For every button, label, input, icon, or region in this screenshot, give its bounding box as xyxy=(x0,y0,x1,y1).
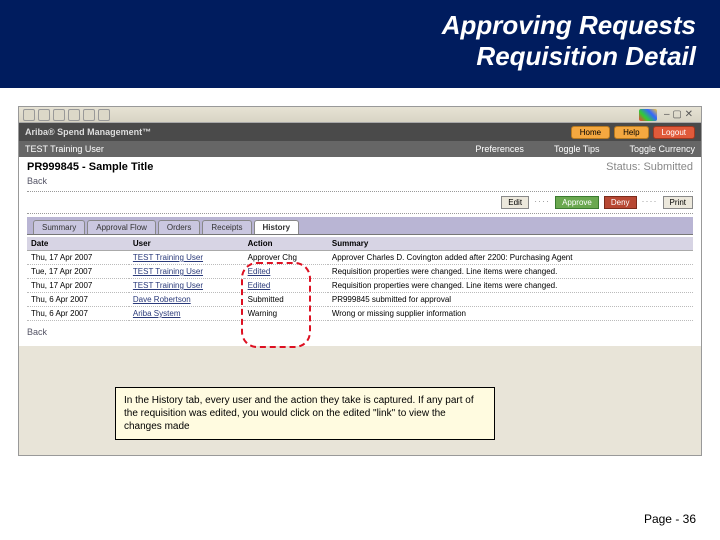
action-row: Edit ···· Approve Deny ···· Print xyxy=(27,196,693,209)
cell-date: Thu, 6 Apr 2007 xyxy=(27,307,129,321)
cell-user[interactable]: TEST Training User xyxy=(129,279,244,293)
cell-date: Thu, 17 Apr 2007 xyxy=(27,279,129,293)
table-row: Thu, 17 Apr 2007TEST Training UserEdited… xyxy=(27,279,693,293)
cell-action[interactable]: Edited xyxy=(244,279,328,293)
cell-user[interactable]: TEST Training User xyxy=(129,251,244,265)
col-summary: Summary xyxy=(328,237,693,251)
history-table: Date User Action Summary Thu, 17 Apr 200… xyxy=(27,237,693,321)
brand-label: Ariba® Spend Management™ xyxy=(25,127,151,137)
table-row: Thu, 17 Apr 2007TEST Training UserApprov… xyxy=(27,251,693,265)
help-button[interactable]: Help xyxy=(614,126,648,139)
cell-summary: Requisition properties were changed. Lin… xyxy=(328,279,693,293)
edit-button[interactable]: Edit xyxy=(501,196,529,209)
logout-button[interactable]: Logout xyxy=(653,126,695,139)
status-badge: Status: Submitted xyxy=(606,161,693,173)
col-date: Date xyxy=(27,237,129,251)
cell-user[interactable]: Dave Robertson xyxy=(129,293,244,307)
cell-summary: Requisition properties were changed. Lin… xyxy=(328,265,693,279)
cell-summary: Approver Charles D. Covington added afte… xyxy=(328,251,693,265)
tab-receipts[interactable]: Receipts xyxy=(202,220,251,234)
cell-date: Thu, 17 Apr 2007 xyxy=(27,251,129,265)
search-icon[interactable] xyxy=(98,109,110,121)
nav-strip: TEST Training User Preferences Toggle Ti… xyxy=(19,141,701,157)
app-header: Ariba® Spend Management™ Home Help Logou… xyxy=(19,123,701,141)
cell-action: Approver Chg xyxy=(244,251,328,265)
cell-summary: Wrong or missing supplier information xyxy=(328,307,693,321)
deny-button[interactable]: Deny xyxy=(604,196,637,209)
cell-date: Tue, 17 Apr 2007 xyxy=(27,265,129,279)
back-link-top[interactable]: Back xyxy=(27,176,693,186)
slide-title-line1: Approving Requests xyxy=(442,10,696,40)
requisition-title: PR999845 - Sample Title xyxy=(27,161,153,173)
annotation-box: In the History tab, every user and the a… xyxy=(115,387,495,440)
home-button[interactable]: Home xyxy=(571,126,610,139)
page-number: Page - 36 xyxy=(644,512,696,526)
cell-action: Warning xyxy=(244,307,328,321)
nav-preferences[interactable]: Preferences xyxy=(475,144,524,154)
nav-toggle-tips[interactable]: Toggle Tips xyxy=(554,144,600,154)
col-action: Action xyxy=(244,237,328,251)
cell-summary: PR999845 submitted for approval xyxy=(328,293,693,307)
windows-flag-icon xyxy=(639,109,657,121)
table-row: Thu, 6 Apr 2007Ariba SystemWarningWrong … xyxy=(27,307,693,321)
col-user: User xyxy=(129,237,244,251)
stop-icon[interactable] xyxy=(53,109,65,121)
approve-button[interactable]: Approve xyxy=(555,196,599,209)
browser-toolbar: – ▢ ✕ xyxy=(19,107,701,123)
table-row: Tue, 17 Apr 2007TEST Training UserEdited… xyxy=(27,265,693,279)
slide-title-bar: Approving Requests Requisition Detail xyxy=(0,0,720,88)
page-content: PR999845 - Sample Title Status: Submitte… xyxy=(19,157,701,346)
refresh-icon[interactable] xyxy=(68,109,80,121)
home-icon[interactable] xyxy=(83,109,95,121)
tab-history[interactable]: History xyxy=(254,220,300,234)
current-user-label: TEST Training User xyxy=(25,144,104,154)
window-controls[interactable]: – ▢ ✕ xyxy=(660,109,697,120)
cell-user[interactable]: Ariba System xyxy=(129,307,244,321)
slide-title-line2: Requisition Detail xyxy=(476,41,696,71)
cell-date: Thu, 6 Apr 2007 xyxy=(27,293,129,307)
tab-bar: Summary Approval Flow Orders Receipts Hi… xyxy=(27,217,693,235)
print-button[interactable]: Print xyxy=(663,196,693,209)
nav-toggle-currency[interactable]: Toggle Currency xyxy=(629,144,695,154)
cell-action: Submitted xyxy=(244,293,328,307)
embedded-screenshot: – ▢ ✕ Ariba® Spend Management™ Home Help… xyxy=(18,106,702,456)
tab-orders[interactable]: Orders xyxy=(158,220,200,234)
cell-user[interactable]: TEST Training User xyxy=(129,265,244,279)
cell-action[interactable]: Edited xyxy=(244,265,328,279)
forward-icon[interactable] xyxy=(38,109,50,121)
back-link-bottom[interactable]: Back xyxy=(27,327,693,337)
back-icon[interactable] xyxy=(23,109,35,121)
tab-summary[interactable]: Summary xyxy=(33,220,85,234)
tab-approval-flow[interactable]: Approval Flow xyxy=(87,220,156,234)
table-row: Thu, 6 Apr 2007Dave RobertsonSubmittedPR… xyxy=(27,293,693,307)
